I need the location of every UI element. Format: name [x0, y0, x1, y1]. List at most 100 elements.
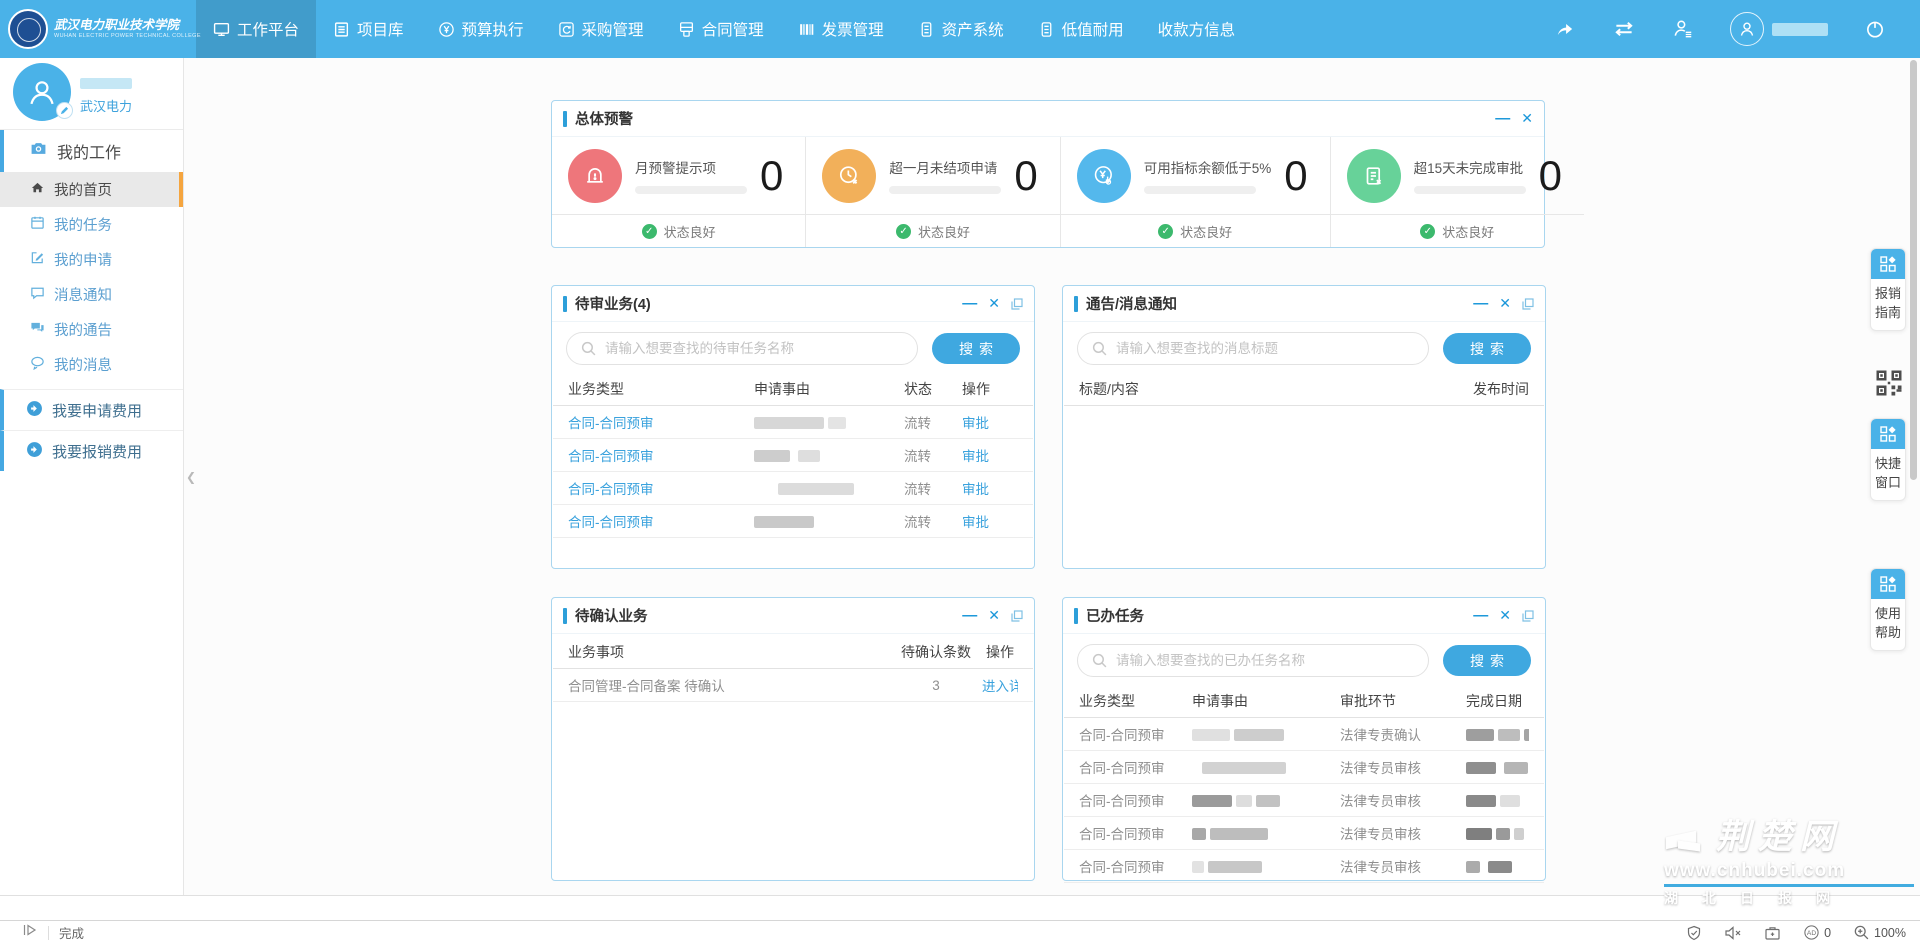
sidebar-action-reimburse-expense[interactable]: 我要报销费用	[0, 430, 183, 471]
username-redacted	[1772, 23, 1828, 36]
ad-count: 0	[1824, 926, 1831, 940]
ad-blocker-icon[interactable]: AD0	[1803, 924, 1831, 941]
minimize-icon[interactable]: —	[1495, 114, 1510, 124]
sidebar-action-apply-expense[interactable]: 我要申请费用	[0, 389, 183, 430]
date-redacted	[1466, 826, 1529, 841]
table-row: 合同-合同预审 法律专责确认	[1064, 718, 1544, 751]
popout-icon[interactable]	[1522, 298, 1534, 310]
popout-icon[interactable]	[1522, 610, 1534, 622]
table-row: 合同-合同预审 流转 审批	[553, 439, 1033, 472]
table-row: 合同管理-合同备案 待确认 3 进入详情	[553, 669, 1033, 702]
progress-bar	[1414, 186, 1526, 194]
business-type-link[interactable]: 合同-合同预审	[568, 412, 754, 432]
alert-card-overdue-month: 超一月未结项申请 0 ✓ 状态良好	[806, 137, 1060, 247]
brand-logo: 武汉电力职业技术学院 WUHAN ELECTRIC POWER TECHNICA…	[0, 0, 196, 58]
approve-link[interactable]: 审批	[962, 412, 1018, 432]
profile-avatar[interactable]	[13, 63, 71, 121]
main-wrap: 武汉电力 我的工作 我的首页 我的任务 我的申请 消息通知	[0, 58, 1920, 896]
nav-item-asset-system[interactable]: 资产系统	[901, 0, 1021, 58]
close-icon[interactable]: ✕	[1499, 295, 1511, 312]
edit-icon	[30, 250, 45, 269]
shield-check-icon[interactable]	[1686, 925, 1702, 941]
popout-icon[interactable]	[1011, 610, 1023, 622]
sidebar-item-my-messages[interactable]: 我的消息	[0, 347, 183, 382]
yen-percent-icon	[1077, 149, 1131, 203]
nav-item-payee-info[interactable]: 收款方信息	[1141, 0, 1253, 58]
swap-icon[interactable]	[1612, 19, 1636, 39]
widget-quick-window[interactable]: 快捷窗口	[1870, 418, 1906, 501]
first-aid-icon[interactable]	[1764, 925, 1781, 941]
page-scrollbar[interactable]	[1910, 60, 1917, 480]
widget-reimburse-guide[interactable]: 报销指南	[1870, 248, 1906, 331]
business-type-link[interactable]: 合同-合同预审	[568, 511, 754, 531]
nav-item-work-platform[interactable]: 工作平台	[196, 0, 316, 58]
arrow-circle-right-icon	[26, 441, 43, 462]
browser-status-bar: 完成 AD0 100%	[0, 920, 1920, 944]
approve-link[interactable]: 审批	[962, 478, 1018, 498]
asset-icon	[918, 21, 935, 38]
avatar-icon[interactable]	[1730, 12, 1764, 46]
zoom-level-icon[interactable]: 100%	[1853, 924, 1906, 941]
close-icon[interactable]: ✕	[988, 607, 1000, 624]
sidebar-item-my-tasks[interactable]: 我的任务	[0, 207, 183, 242]
nav-item-project-library[interactable]: 项目库	[316, 0, 421, 58]
close-icon[interactable]: ✕	[1521, 110, 1533, 127]
accent-bar	[563, 111, 567, 127]
widget-label: 使用帮助	[1871, 599, 1905, 650]
invoice-barcode-icon	[798, 21, 815, 38]
alert-card-monthly-warning: 月预警提示项 0 ✓ 状态良好	[552, 137, 806, 247]
notice-search-button[interactable]: 搜索	[1443, 333, 1531, 364]
minimize-icon[interactable]: —	[962, 611, 977, 621]
nav-item-low-value-durable[interactable]: 低值耐用	[1021, 0, 1141, 58]
camera-icon	[30, 140, 47, 162]
minimize-icon[interactable]: —	[1473, 611, 1488, 621]
approve-link[interactable]: 审批	[962, 445, 1018, 465]
table-header: 业务类型 申请事由 审批环节 完成日期	[1064, 685, 1544, 718]
done-search-button[interactable]: 搜索	[1443, 645, 1531, 676]
sidebar-item-my-home[interactable]: 我的首页	[0, 172, 183, 207]
notice-search-input[interactable]	[1077, 332, 1429, 365]
sidebar-section-my-work[interactable]: 我的工作	[0, 130, 183, 172]
nav-item-contract-mgmt[interactable]: 合同管理	[661, 0, 781, 58]
approve-link[interactable]: 审批	[962, 511, 1018, 531]
power-icon[interactable]	[1864, 18, 1886, 40]
divider	[48, 926, 49, 940]
nav-item-budget-execution[interactable]: 预算执行	[421, 0, 541, 58]
panel-title: 待审业务(4)	[575, 293, 651, 314]
popout-icon[interactable]	[1011, 298, 1023, 310]
search-icon	[580, 340, 597, 362]
yen-circle-icon	[438, 21, 455, 38]
share-icon[interactable]	[1554, 18, 1576, 40]
table-header: 业务事项 待确认条数 操作	[553, 636, 1033, 669]
debug-play-icon[interactable]	[22, 923, 38, 942]
minimize-icon[interactable]: —	[1473, 299, 1488, 309]
sidebar-item-message-notify[interactable]: 消息通知	[0, 277, 183, 312]
durable-icon	[1038, 21, 1055, 38]
business-type-link[interactable]: 合同-合同预审	[568, 445, 754, 465]
widget-usage-help[interactable]: 使用帮助	[1870, 568, 1906, 651]
pending-search-input[interactable]	[566, 332, 918, 365]
done-search-input[interactable]	[1077, 644, 1429, 677]
sidebar-item-my-applications[interactable]: 我的申请	[0, 242, 183, 277]
speaker-muted-icon[interactable]	[1724, 925, 1742, 941]
close-icon[interactable]: ✕	[1499, 607, 1511, 624]
contract-icon	[678, 21, 695, 38]
nav-item-invoice-mgmt[interactable]: 发票管理	[781, 0, 901, 58]
profile-org: 武汉电力	[80, 96, 132, 115]
enter-detail-link[interactable]: 进入详情	[982, 675, 1018, 695]
date-redacted	[1466, 760, 1529, 775]
business-type-link[interactable]: 合同-合同预审	[568, 478, 754, 498]
close-icon[interactable]: ✕	[988, 295, 1000, 312]
edit-pencil-icon[interactable]	[56, 102, 73, 119]
arrow-circle-right-icon	[26, 400, 43, 421]
table-row: 合同-合同预审 流转 审批	[553, 505, 1033, 538]
nav-item-procurement[interactable]: 采购管理	[541, 0, 661, 58]
sidebar-item-my-announcements[interactable]: 我的通告	[0, 312, 183, 347]
person-funds-icon[interactable]	[1672, 18, 1694, 40]
search-icon	[1091, 652, 1108, 674]
minimize-icon[interactable]: —	[962, 299, 977, 309]
app-root: 武汉电力职业技术学院 WUHAN ELECTRIC POWER TECHNICA…	[0, 0, 1920, 944]
pending-search-button[interactable]: 搜索	[932, 333, 1020, 364]
sidebar-collapse-handle[interactable]: ❮	[186, 470, 196, 484]
qr-code-icon[interactable]	[1874, 368, 1904, 403]
